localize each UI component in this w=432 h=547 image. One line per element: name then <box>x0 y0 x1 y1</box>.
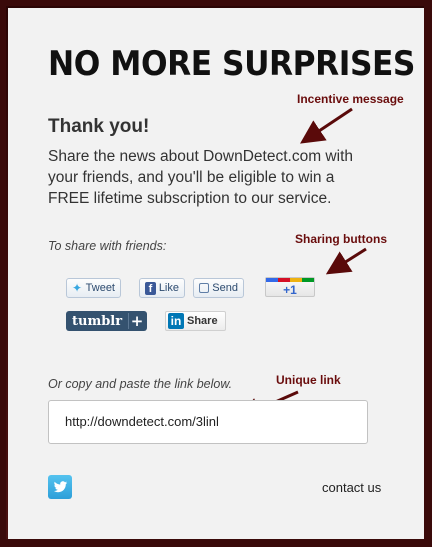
tumblr-share-button[interactable]: tumblr + <box>66 311 147 331</box>
page-title: NO MORE SURPRISES <box>48 44 415 84</box>
twitter-icon[interactable] <box>48 475 72 499</box>
google-color-bar <box>266 278 314 282</box>
facebook-send-button[interactable]: Send <box>193 278 244 298</box>
like-button-label: Like <box>158 282 179 294</box>
facebook-like-button[interactable]: f Like <box>139 278 185 298</box>
tumblr-label: tumblr <box>72 313 123 329</box>
linkedin-icon: in <box>168 313 184 329</box>
tweet-button-label: Tweet <box>85 282 115 294</box>
annotation-sharing-buttons: Sharing buttons <box>295 232 387 246</box>
annotation-unique-link: Unique link <box>276 373 341 387</box>
facebook-icon: f <box>145 281 156 295</box>
copy-link-label: Or copy and paste the link below. <box>48 377 233 391</box>
twitter-bird-icon <box>54 481 67 493</box>
linkedin-share-button[interactable]: in Share <box>165 311 226 331</box>
send-icon <box>199 283 210 293</box>
twitter-bird-icon: ✦ <box>72 280 83 295</box>
annotation-incentive-message: Incentive message <box>297 92 404 106</box>
send-button-label: Send <box>212 282 238 294</box>
unique-link-field[interactable]: http://downdetect.com/3linl <box>48 400 368 444</box>
plus-icon: + <box>128 313 145 329</box>
thank-you-heading: Thank you! <box>48 116 150 137</box>
share-label: To share with friends: <box>48 239 167 253</box>
contact-us-link[interactable]: contact us <box>322 480 381 495</box>
google-plus-one-button[interactable]: +1 <box>265 277 315 297</box>
incentive-message: Share the news about DownDetect.com with… <box>48 148 353 207</box>
google-plus-one-label: +1 <box>283 283 297 297</box>
tweet-button[interactable]: ✦ Tweet <box>66 278 121 298</box>
linkedin-share-label: Share <box>187 315 218 327</box>
content-panel <box>8 8 424 539</box>
